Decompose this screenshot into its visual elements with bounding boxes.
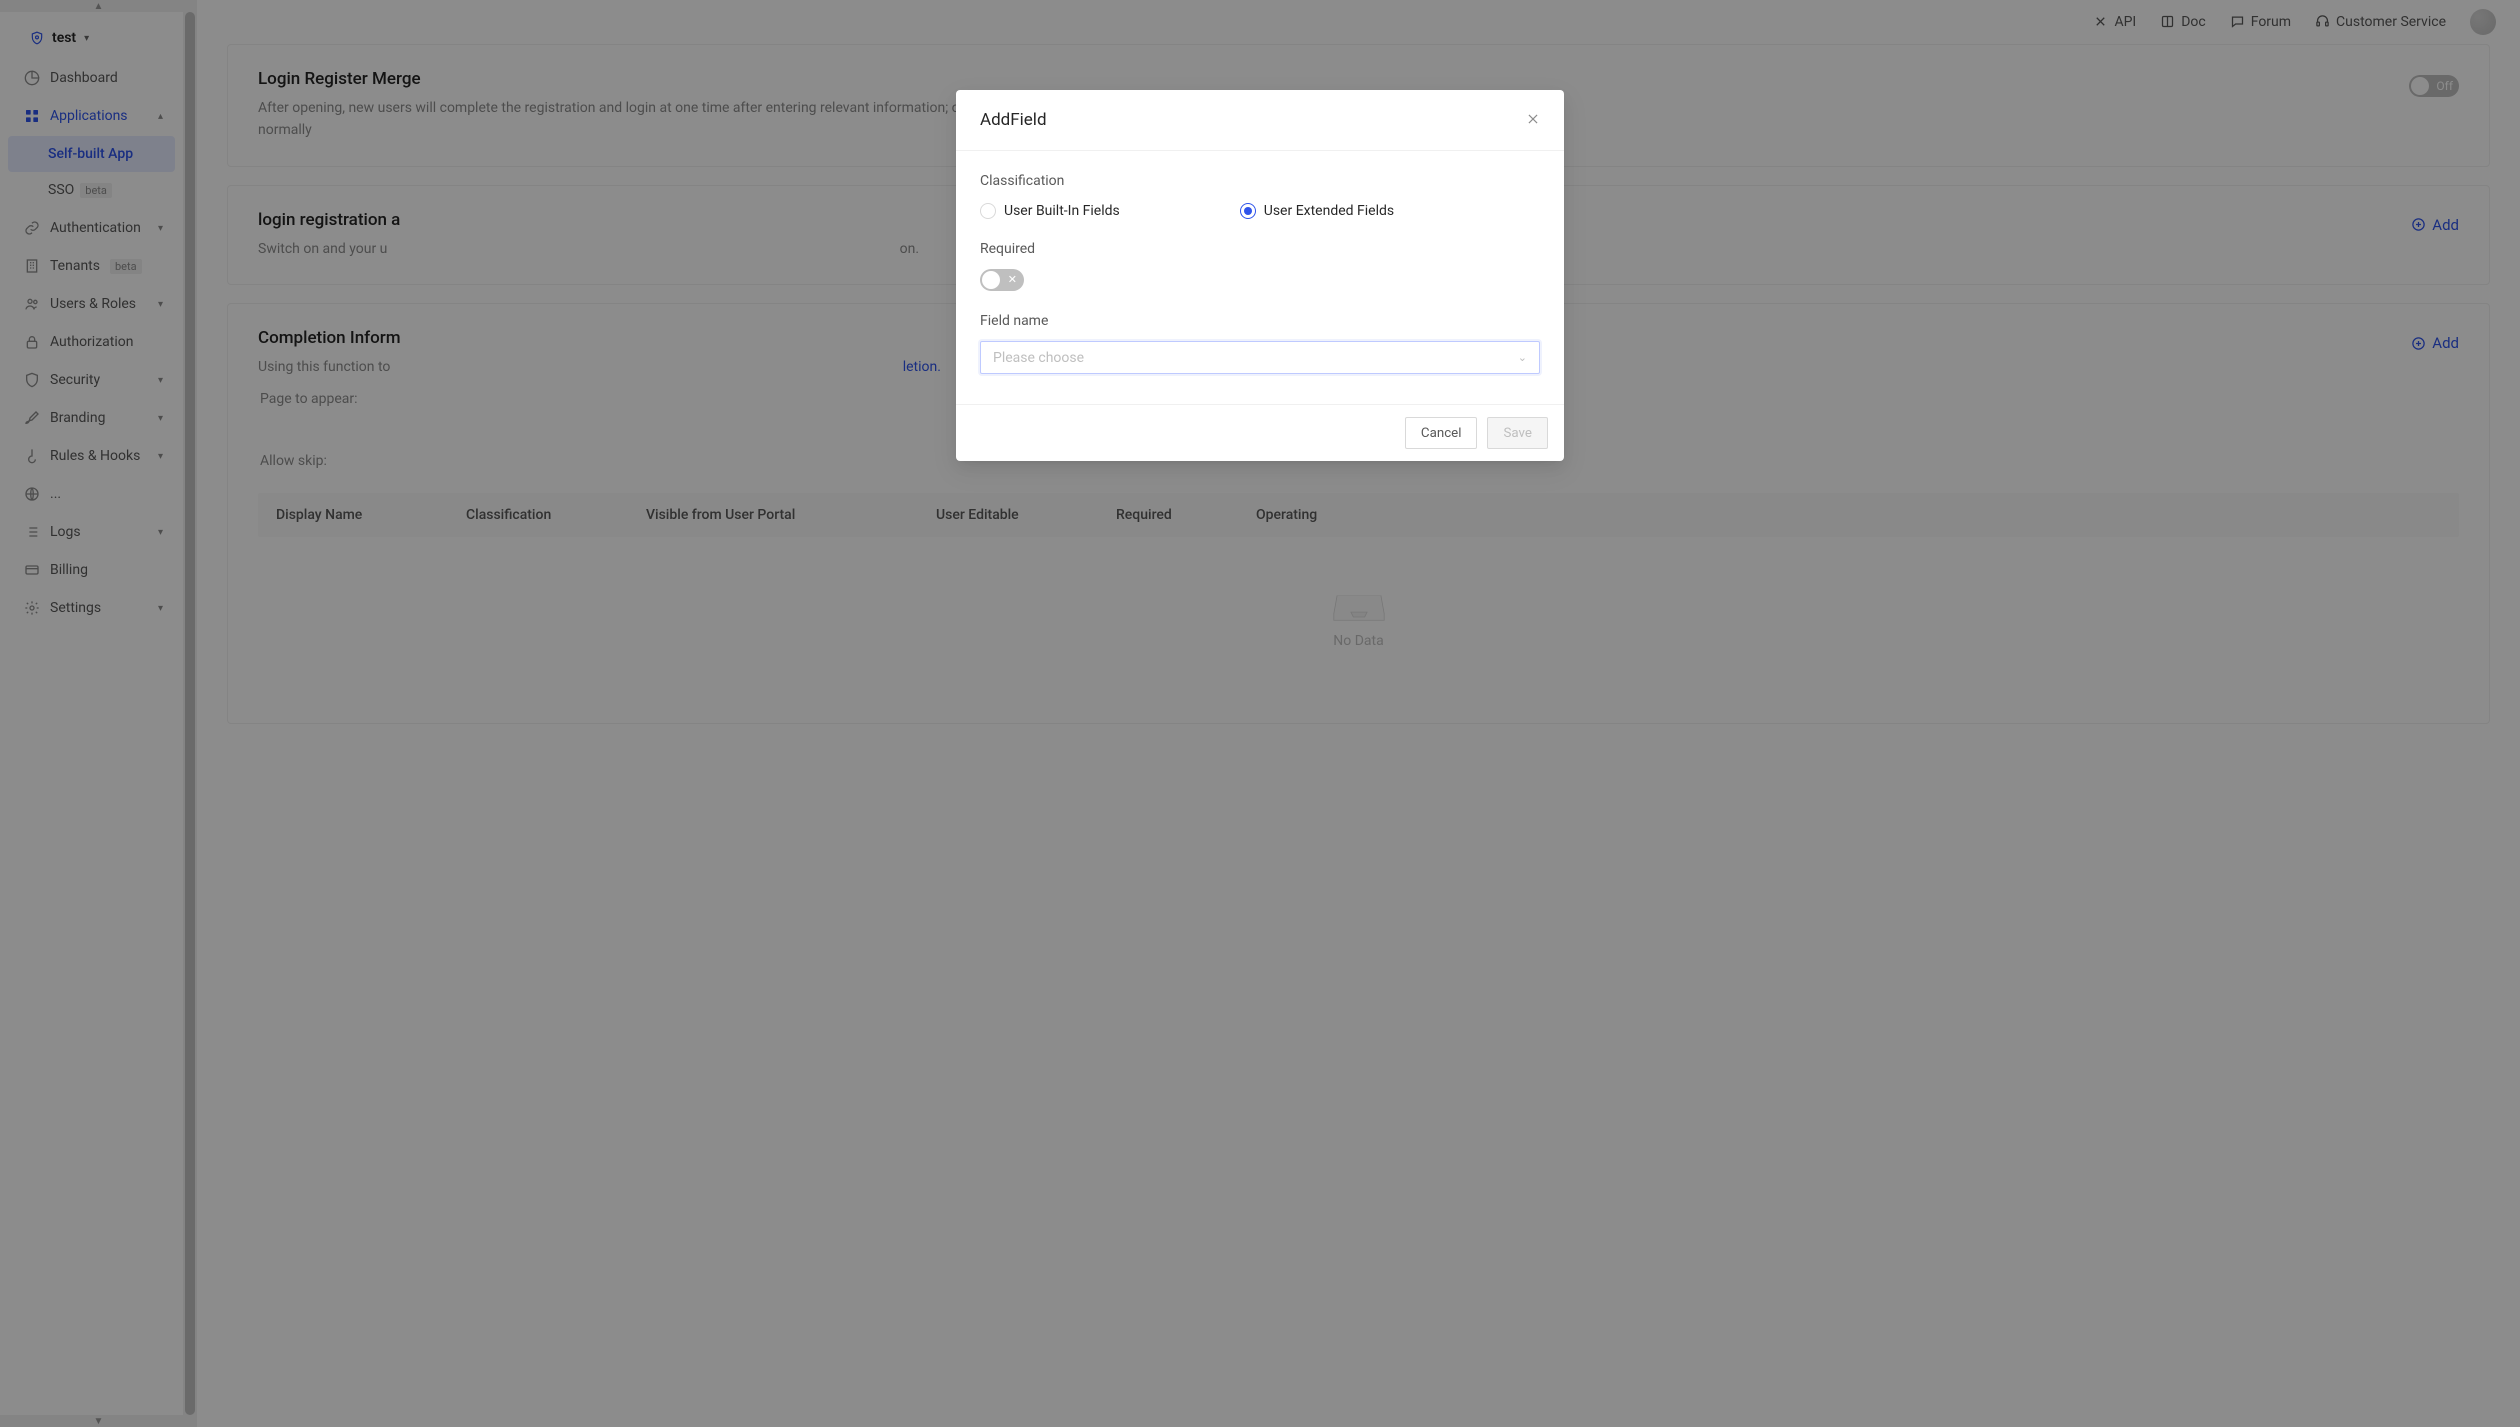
field-name-select[interactable]: Please choose ⌄ — [980, 341, 1540, 374]
select-placeholder: Please choose — [993, 350, 1084, 366]
radio-builtin[interactable]: User Built-In Fields — [980, 203, 1120, 219]
radio-dot-icon — [1240, 203, 1256, 219]
required-label: Required — [980, 241, 1540, 257]
radio-extended[interactable]: User Extended Fields — [1240, 203, 1394, 219]
modal-close-button[interactable] — [1526, 111, 1540, 130]
add-field-modal: AddField Classification User Built-In Fi… — [956, 90, 1564, 461]
radio-label: User Built-In Fields — [1004, 203, 1120, 219]
close-icon — [1526, 112, 1540, 126]
required-toggle[interactable]: ✕ — [980, 269, 1024, 291]
x-icon: ✕ — [1008, 273, 1017, 286]
modal-title: AddField — [980, 110, 1047, 130]
radio-label: User Extended Fields — [1264, 203, 1394, 219]
cancel-button[interactable]: Cancel — [1405, 417, 1478, 449]
radio-dot-icon — [980, 203, 996, 219]
classification-label: Classification — [980, 173, 1540, 189]
chevron-down-icon: ⌄ — [1518, 351, 1527, 364]
field-name-label: Field name — [980, 313, 1540, 329]
save-button[interactable]: Save — [1487, 417, 1548, 449]
